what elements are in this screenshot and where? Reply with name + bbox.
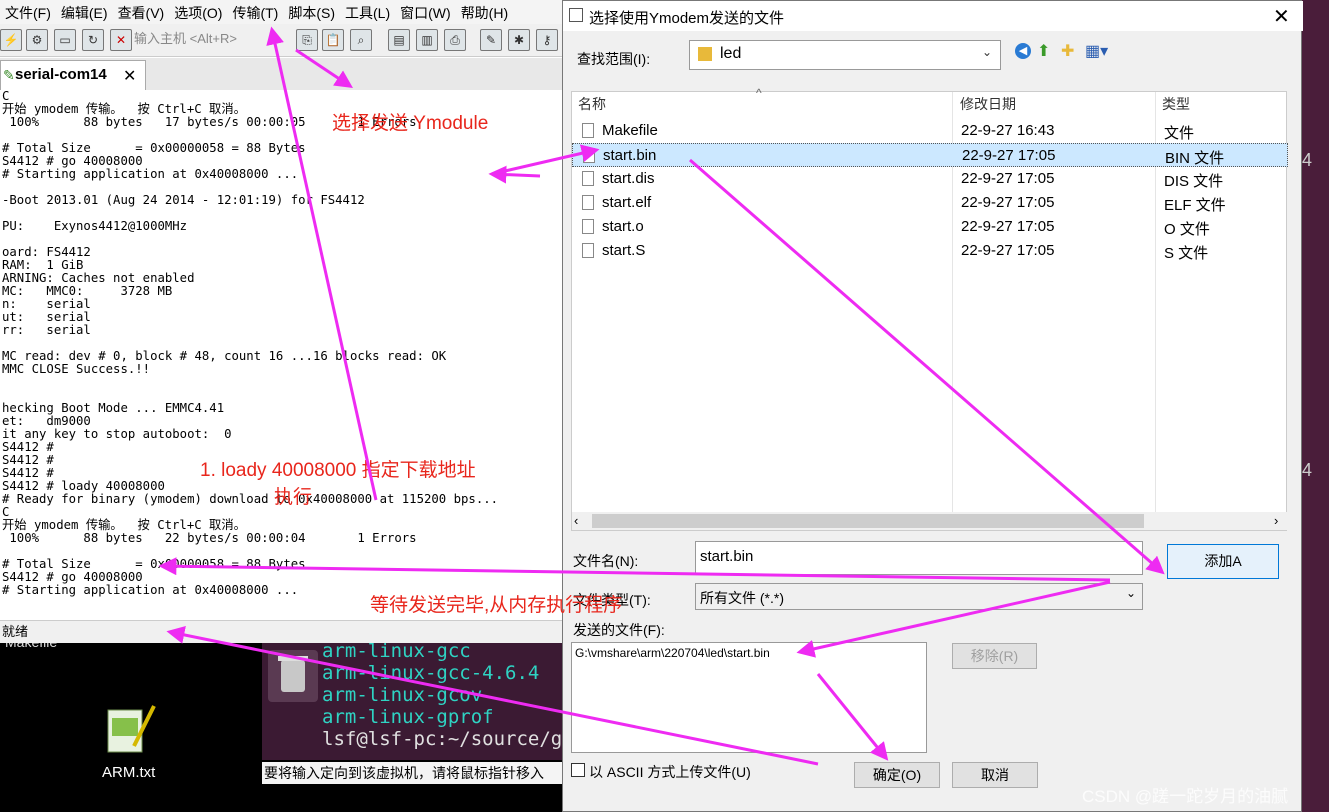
watermark: CSDN @蹉一跎岁月的油腻 <box>1082 787 1289 806</box>
annotation-arrow <box>166 626 819 766</box>
annotation-arrow <box>491 144 600 176</box>
annotation-arrow <box>295 48 353 88</box>
annotation-arrow <box>488 165 541 184</box>
annotation-arrow <box>266 26 378 501</box>
annotation-arrow <box>158 557 1111 582</box>
annotation-arrow <box>796 580 1111 658</box>
annotation-arrow <box>816 673 889 761</box>
annotation-arrows <box>158 26 1165 766</box>
annotation-arrow <box>689 158 1165 575</box>
